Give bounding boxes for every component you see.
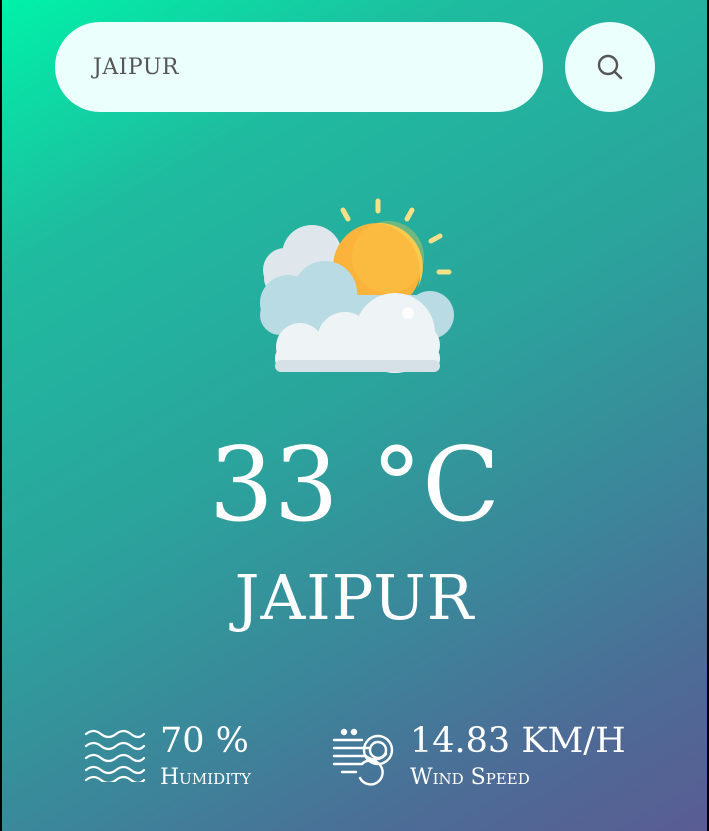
city-search-input[interactable]: JAIPUR [55,22,543,112]
search-button[interactable] [565,22,655,112]
city-name: JAIPUR [234,561,475,634]
wind-speed-label: Wind Speed [410,764,530,790]
partly-cloudy-icon [260,198,454,373]
temperature: 33 °C [208,426,501,545]
humidity-icon [84,729,146,782]
wind-icon [332,728,394,786]
search-input-value: JAIPUR [93,54,179,80]
wind-speed-value: 14.83 KM/H [410,721,626,761]
humidity-label: Humidity [160,764,251,790]
wind-detail: 14.83 KM/H Wind Speed [332,722,626,789]
search-icon [597,54,623,80]
weather-card: JAIPUR 33 °C JAIPUR 70 % Humidity 14.83 … [2,0,707,831]
humidity-detail: 70 % Humidity [84,722,251,789]
humidity-value: 70 % [160,721,249,761]
